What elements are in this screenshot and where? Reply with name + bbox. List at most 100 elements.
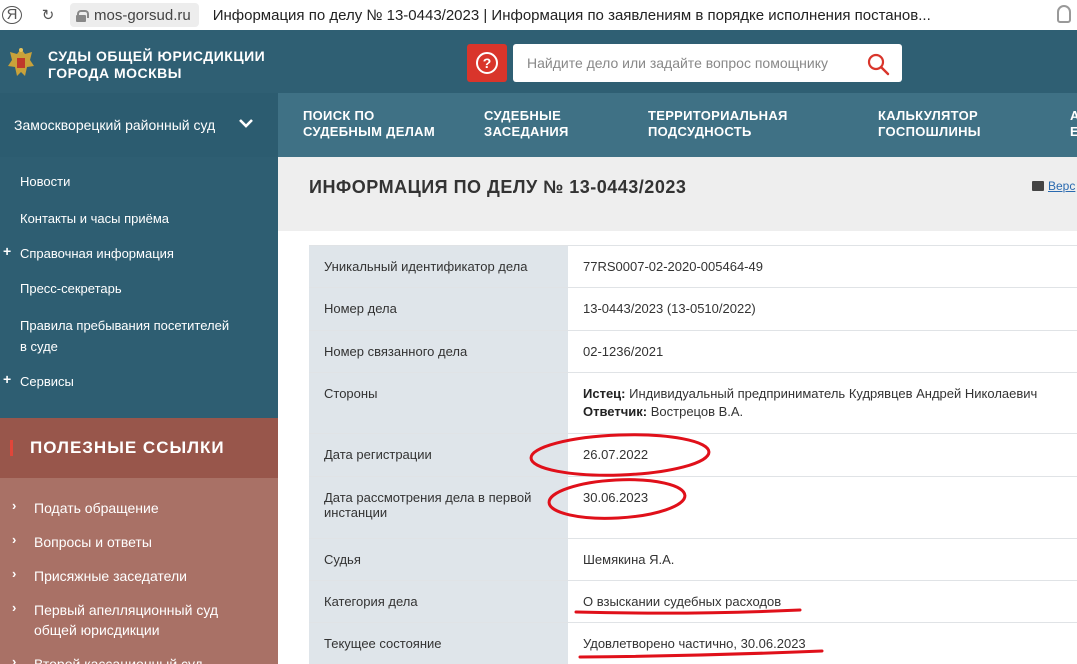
lock-icon bbox=[76, 9, 89, 22]
nav-label: ГОСПОШЛИНЫ bbox=[878, 124, 981, 139]
sidebar-item-press[interactable]: Пресс-секретарь bbox=[20, 278, 122, 299]
coat-of-arms-icon[interactable] bbox=[6, 46, 36, 80]
useful-links-header: ПОЛЕЗНЫЕ ССЫЛКИ bbox=[0, 418, 278, 478]
link-label: общей юрисдикции bbox=[34, 622, 160, 638]
row-label: Уникальный идентификатор дела bbox=[309, 245, 568, 288]
question-icon: ? bbox=[476, 52, 498, 74]
site-header: СУДЫ ОБЩЕЙ ЮРИСДИКЦИИ ГОРОДА МОСКВЫ ? bbox=[0, 30, 1077, 93]
printer-icon bbox=[1032, 181, 1044, 191]
site-name-line2: ГОРОДА МОСКВЫ bbox=[48, 65, 182, 81]
useful-links-title: ПОЛЕЗНЫЕ ССЫЛКИ bbox=[30, 438, 225, 457]
row-value: О взыскании судебных расходов bbox=[568, 580, 1077, 623]
link-jurors[interactable]: Присяжные заседатели bbox=[34, 566, 187, 586]
table-row: Текущее состояние Удовлетворено частично… bbox=[309, 622, 1077, 664]
row-value: 13-0443/2023 (13-0510/2022) bbox=[568, 287, 1077, 331]
sidebar-item-contacts[interactable]: Контакты и часы приёма bbox=[20, 208, 169, 229]
link-label: Первый апелляционный суд bbox=[34, 602, 219, 618]
main-nav: ПОИСК ПО СУДЕБНЫМ ДЕЛАМ СУДЕБНЫЕ ЗАСЕДАН… bbox=[278, 93, 1077, 157]
search-box bbox=[513, 44, 902, 82]
chevron-down-icon bbox=[239, 119, 253, 128]
sidebar-item-reference[interactable]: Справочная информация bbox=[20, 243, 174, 264]
row-value: 26.07.2022 bbox=[568, 433, 1077, 477]
case-info-table: Уникальный идентификатор дела 77RS0007-0… bbox=[309, 245, 1077, 664]
row-value: 30.06.2023 bbox=[568, 476, 1077, 539]
chevron-right-icon: › bbox=[12, 532, 17, 547]
sidebar-item-rules[interactable]: Правила пребывания посетителей в суде bbox=[20, 315, 229, 357]
nav-fee-calculator[interactable]: КАЛЬКУЛЯТОР ГОСПОШЛИНЫ bbox=[878, 108, 981, 140]
expand-plus-icon[interactable]: + bbox=[3, 243, 11, 259]
parties-value: Истец: Индивидуальный предприниматель Ку… bbox=[568, 372, 1077, 434]
row-label: Категория дела bbox=[309, 580, 568, 623]
chevron-right-icon: › bbox=[12, 566, 17, 581]
table-row: Судья Шемякина Я.А. bbox=[309, 538, 1077, 581]
plaintiff: Истец: Индивидуальный предприниматель Ку… bbox=[583, 386, 1077, 401]
sidebar-item-label: Правила пребывания посетителей bbox=[20, 318, 230, 333]
nav-case-search[interactable]: ПОИСК ПО СУДЕБНЫМ ДЕЛАМ bbox=[303, 108, 435, 140]
chevron-right-icon: › bbox=[12, 600, 17, 615]
nav-label: А bbox=[1070, 108, 1077, 123]
case-content: Уникальный идентификатор дела 77RS0007-0… bbox=[278, 231, 1077, 664]
court-selector[interactable]: Замоскворецкий районный суд bbox=[0, 93, 278, 157]
row-value: 77RS0007-02-2020-005464-49 bbox=[568, 245, 1077, 288]
plaintiff-label: Истец: bbox=[583, 386, 626, 401]
link-appeal-court[interactable]: Первый апелляционный суд общей юрисдикци… bbox=[34, 600, 218, 640]
search-icon[interactable] bbox=[866, 52, 890, 76]
row-label: Текущее состояние bbox=[309, 622, 568, 664]
table-row: Номер дела 13-0443/2023 (13-0510/2022) bbox=[309, 287, 1077, 331]
chevron-right-icon: › bbox=[12, 498, 17, 513]
sidebar-item-services[interactable]: Сервисы bbox=[20, 371, 74, 392]
accent-bar bbox=[10, 440, 13, 456]
row-label-line: Дата рассмотрения дела в первой bbox=[324, 490, 532, 505]
defendant-label: Ответчик: bbox=[583, 404, 648, 419]
row-value: Шемякина Я.А. bbox=[568, 538, 1077, 581]
nav-label: ПОДСУДНОСТЬ bbox=[648, 124, 752, 139]
print-label: Верс bbox=[1048, 179, 1076, 193]
link-cassation-court[interactable]: Второй кассационный суд bbox=[34, 654, 203, 664]
row-label-line: инстанции bbox=[324, 505, 388, 520]
site-name[interactable]: СУДЫ ОБЩЕЙ ЮРИСДИКЦИИ ГОРОДА МОСКВЫ bbox=[48, 48, 265, 82]
link-submit-appeal[interactable]: Подать обращение bbox=[34, 498, 159, 518]
page-tab-title: Информация по делу № 13-0443/2023 | Инфо… bbox=[212, 6, 931, 24]
nav-label: КАЛЬКУЛЯТОР bbox=[878, 108, 978, 123]
help-button[interactable]: ? bbox=[467, 44, 507, 82]
nav-label: ТЕРРИТОРИАЛЬНАЯ bbox=[648, 108, 788, 123]
plaintiff-name: Индивидуальный предприниматель Кудрявцев… bbox=[629, 386, 1038, 401]
print-version-link[interactable]: Верс bbox=[1032, 179, 1075, 193]
row-label: Номер дела bbox=[309, 287, 568, 331]
table-row: Уникальный идентификатор дела 77RS0007-0… bbox=[309, 245, 1077, 288]
row-label: Стороны bbox=[309, 372, 568, 434]
useful-links-list: › Подать обращение › Вопросы и ответы › … bbox=[0, 478, 278, 664]
yandex-logo-icon[interactable]: Я bbox=[2, 6, 22, 24]
page-title: ИНФОРМАЦИЯ ПО ДЕЛУ № 13-0443/2023 bbox=[309, 177, 687, 197]
address-bar[interactable]: mos-gorsud.ru bbox=[70, 3, 199, 27]
chevron-right-icon: › bbox=[12, 654, 17, 664]
row-label: Судья bbox=[309, 538, 568, 581]
nav-label: СУДЕБНЫЕ bbox=[484, 108, 562, 123]
search-input[interactable] bbox=[527, 55, 857, 71]
nav-label: СУДЕБНЫМ ДЕЛАМ bbox=[303, 124, 435, 139]
address-url: mos-gorsud.ru bbox=[94, 6, 191, 24]
reader-mode-icon[interactable] bbox=[1057, 5, 1071, 23]
table-row: Стороны Истец: Индивидуальный предприним… bbox=[309, 372, 1077, 434]
table-row: Категория дела О взыскании судебных расх… bbox=[309, 580, 1077, 623]
site-name-line1: СУДЫ ОБЩЕЙ ЮРИСДИКЦИИ bbox=[48, 48, 266, 64]
nav-label: ЗАСЕДАНИЯ bbox=[484, 124, 569, 139]
page-header: ИНФОРМАЦИЯ ПО ДЕЛУ № 13-0443/2023 Верс bbox=[278, 157, 1077, 231]
sidebar-item-label: в суде bbox=[20, 339, 58, 354]
nav-jurisdiction[interactable]: ТЕРРИТОРИАЛЬНАЯ ПОДСУДНОСТЬ bbox=[648, 108, 788, 140]
row-label: Дата регистрации bbox=[309, 433, 568, 477]
defendant-name: Вострецов В.А. bbox=[650, 404, 744, 419]
nav-hearings[interactable]: СУДЕБНЫЕ ЗАСЕДАНИЯ bbox=[484, 108, 569, 140]
row-value: 02-1236/2021 bbox=[568, 330, 1077, 373]
sidebar: Новости Контакты и часы приёма + Справоч… bbox=[0, 157, 278, 418]
browser-toolbar: Я ↻ mos-gorsud.ru Информация по делу № 1… bbox=[0, 0, 1077, 30]
row-label: Номер связанного дела bbox=[309, 330, 568, 373]
nav-label: Е bbox=[1070, 124, 1077, 139]
reload-icon[interactable]: ↻ bbox=[38, 6, 58, 24]
nav-more[interactable]: А Е bbox=[1070, 108, 1077, 140]
table-row: Номер связанного дела 02-1236/2021 bbox=[309, 330, 1077, 373]
sidebar-item-news[interactable]: Новости bbox=[20, 171, 70, 192]
expand-plus-icon[interactable]: + bbox=[3, 371, 11, 387]
court-selector-label: Замоскворецкий районный суд bbox=[14, 117, 216, 133]
link-faq[interactable]: Вопросы и ответы bbox=[34, 532, 152, 552]
